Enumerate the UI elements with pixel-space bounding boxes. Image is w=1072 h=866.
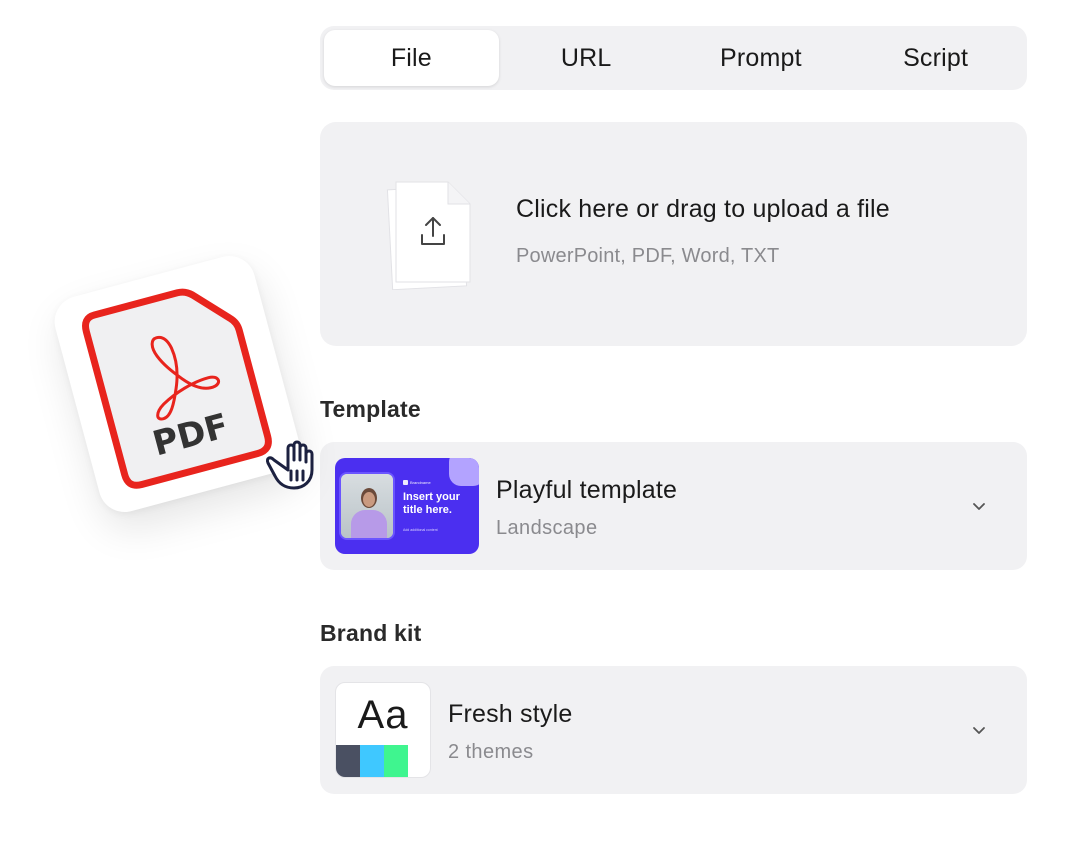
grab-hand-icon	[266, 440, 314, 490]
chevron-down-icon	[973, 503, 985, 510]
color-swatch	[336, 745, 360, 777]
upload-file-icon	[386, 181, 471, 290]
thumbnail-subline: Add additional content	[403, 528, 438, 532]
template-label: Template	[320, 396, 421, 422]
upload-title: Click here or drag to upload a file	[516, 195, 890, 223]
brand-kit-thumbnail: Aa	[335, 682, 431, 778]
template-orientation: Landscape	[496, 517, 598, 539]
brand-kit-label: Brand kit	[320, 620, 422, 646]
brand-kit-themes: 2 themes	[448, 741, 534, 763]
thumbnail-brand: Brandname	[403, 480, 431, 485]
brand-kit-dropdown[interactable]: Aa Fresh style 2 themes	[320, 666, 1027, 794]
tab-script[interactable]: Script	[848, 30, 1023, 86]
tab-url[interactable]: URL	[499, 30, 674, 86]
template-name: Playful template	[496, 476, 678, 504]
brand-kit-name: Fresh style	[448, 700, 573, 728]
font-sample: Aa	[357, 693, 409, 737]
file-upload-dropzone[interactable]: Click here or drag to upload a file Powe…	[320, 122, 1027, 346]
tab-file[interactable]: File	[324, 30, 499, 86]
source-tabs: File URL Prompt Script	[320, 26, 1027, 90]
color-swatch	[360, 745, 384, 777]
chevron-down-icon	[973, 727, 985, 734]
color-swatch	[384, 745, 408, 777]
upload-file-types: PowerPoint, PDF, Word, TXT	[516, 245, 780, 267]
thumbnail-headline: Insert your title here.	[403, 491, 460, 516]
tab-prompt[interactable]: Prompt	[674, 30, 849, 86]
pdf-file-icon: PDF	[82, 288, 272, 489]
thumbnail-shape	[449, 458, 479, 486]
thumbnail-photo	[339, 472, 395, 540]
template-thumbnail: Brandname Insert your title here. Add ad…	[335, 458, 479, 554]
template-dropdown[interactable]: Brandname Insert your title here. Add ad…	[320, 442, 1027, 570]
